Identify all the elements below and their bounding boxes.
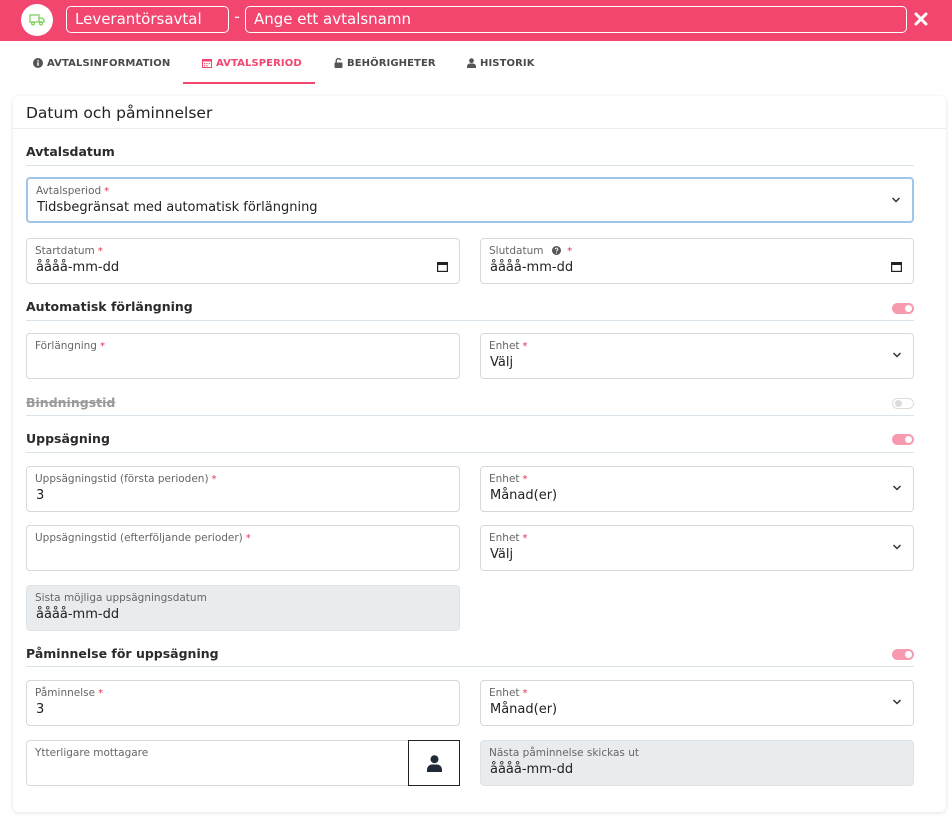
chevron-down-icon [892,699,902,705]
info-circle-icon [33,58,43,68]
field-label: Sista möjliga uppsägningsdatum [35,592,207,604]
agreement-period-select[interactable]: Avtalsperiod * Tidsbegränsat med automati… [26,177,914,223]
notice-period-first-unit-select[interactable]: Enhet * Månad(er) [480,466,914,512]
agreement-type-select[interactable]: Leverantörsavtal [66,6,229,33]
user-icon [467,58,476,68]
user-icon [426,754,442,772]
field-value: Välj [490,355,514,370]
tab-label: AVTALSPERIOD [216,57,302,69]
section-title-avtalsdatum: Avtalsdatum [26,144,115,159]
field-label: Startdatum [35,245,95,257]
chevron-down-icon [892,544,902,550]
header-separator: - [234,7,240,26]
required-mark: * [97,246,103,257]
reminder-toggle[interactable] [892,649,914,660]
tab-historik[interactable]: HISTORIK [467,41,535,85]
reminder-input[interactable]: Påminnelse * 3 [26,680,460,726]
field-value: åååå-mm-dd [490,762,574,777]
extension-input[interactable]: Förlängning * [26,333,460,379]
field-label: Enhet [489,532,520,544]
unlock-icon [334,58,343,68]
field-value: åååå-mm-dd [36,260,120,275]
divider [13,128,946,129]
tab-label: HISTORIK [480,57,535,69]
notice-period-first-input[interactable]: Uppsägningstid (första perioden) * 3 [26,466,460,512]
help-icon[interactable] [551,246,561,255]
field-label: Påminnelse [35,687,96,699]
end-date-input[interactable]: Slutdatum * åååå-mm-dd [480,238,914,284]
tab-avtalsperiod[interactable]: AVTALSPERIOD [202,41,302,85]
tab-label: BEHÖRIGHETER [347,57,436,69]
required-mark: * [522,533,528,544]
reminder-unit-select[interactable]: Enhet * Månad(er) [480,680,914,726]
required-mark: * [522,341,528,352]
calendar-icon [202,59,212,68]
agreement-name-input[interactable]: Ange ett avtalsnamn [245,6,907,33]
tab-bar: AVTALSINFORMATION AVTALSPERIOD BEHÖRIGHE… [0,41,952,85]
divider [26,320,914,321]
tab-avtalsinformation[interactable]: AVTALSINFORMATION [33,41,170,85]
required-mark: * [522,474,528,485]
field-label: Enhet [489,687,520,699]
required-mark: * [567,246,573,257]
card-title: Datum och påminnelser [26,104,213,122]
field-value: Tidsbegränsat med automatisk förlängning [37,200,318,215]
field-value: Månad(er) [490,488,558,503]
chevron-down-icon [892,352,902,358]
field-value: 3 [36,702,45,717]
field-value: Välj [490,547,514,562]
field-label: Uppsägningstid (efterföljande perioder) [35,532,243,544]
tab-behorigheter[interactable]: BEHÖRIGHETER [334,41,436,85]
required-mark: * [245,533,251,544]
field-value: 3 [36,488,45,503]
required-mark: * [211,474,217,485]
field-label: Förlängning [35,340,97,352]
next-reminder-date-field: Nästa påminnelse skickas ut åååå-mm-dd [480,740,914,786]
dates-card: Datum och påminnelser Avtalsdatum Avtals… [13,96,946,812]
divider [26,452,914,453]
last-termination-date-field: Sista möjliga uppsägningsdatum åååå-mm-d… [26,585,460,631]
section-title-paminnelse: Påminnelse för uppsägning [26,646,219,661]
extension-toggle[interactable] [892,303,914,314]
field-label: Nästa påminnelse skickas ut [489,747,639,759]
section-title-uppsagning: Uppsägning [26,431,110,446]
divider [26,165,914,166]
field-value: åååå-mm-dd [490,260,574,275]
section-title-bindningstid: Bindningstid [26,395,116,410]
field-label: Ytterligare mottagare [35,747,149,759]
active-tab-indicator [183,82,315,84]
section-title-forlangning: Automatisk förlängning [26,299,193,314]
select-recipient-button[interactable] [408,740,460,786]
required-mark: * [99,341,105,352]
calendar-icon[interactable] [891,261,902,272]
field-label: Slutdatum [489,245,544,257]
notice-period-following-input[interactable]: Uppsägningstid (efterföljande perioder) * [26,525,460,571]
field-value: åååå-mm-dd [36,607,120,622]
close-icon[interactable] [910,8,932,30]
field-value: Månad(er) [490,702,558,717]
tab-label: AVTALSINFORMATION [47,57,171,69]
required-mark: * [104,186,110,197]
field-label: Avtalsperiod [36,185,102,197]
notice-period-following-unit-select[interactable]: Enhet * Välj [480,525,914,571]
required-mark: * [522,688,528,699]
start-date-input[interactable]: Startdatum * åååå-mm-dd [26,238,460,284]
field-label: Enhet [489,473,520,485]
truck-icon [21,4,53,36]
field-label: Enhet [489,340,520,352]
chevron-down-icon [891,197,901,203]
termination-toggle[interactable] [892,434,914,445]
divider [26,666,914,667]
calendar-icon[interactable] [437,261,448,272]
field-label: Uppsägningstid (första perioden) [35,473,209,485]
divider [26,415,914,416]
extension-unit-select[interactable]: Enhet * Välj [480,333,914,379]
required-mark: * [98,688,104,699]
chevron-down-icon [892,485,902,491]
binding-period-toggle[interactable] [892,398,914,409]
additional-recipients-input[interactable]: Ytterligare mottagare [26,740,410,786]
header-bar: Leverantörsavtal - Ange ett avtalsnamn [0,0,952,41]
